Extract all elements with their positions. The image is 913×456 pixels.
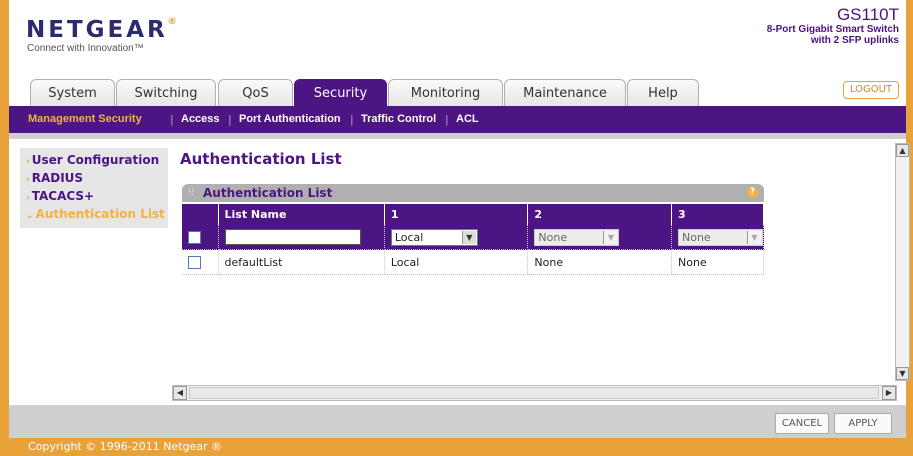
scroll-left-icon[interactable]: ◀ xyxy=(173,386,187,400)
page-title: Authentication List xyxy=(180,150,342,168)
row-select-cell xyxy=(182,249,219,275)
sidebar-item-label: TACACS+ xyxy=(31,189,95,203)
tab-qos[interactable]: QoS xyxy=(218,79,293,106)
panel-title: Authentication List xyxy=(203,186,333,200)
row-checkbox[interactable] xyxy=(188,255,201,269)
method-1-value: Local xyxy=(394,230,424,244)
sidebar-item-user-configuration[interactable]: › User Configuration xyxy=(26,153,159,167)
edit-row-method1-cell: Local ▼ xyxy=(384,225,529,250)
tab-switching[interactable]: Switching xyxy=(116,79,216,106)
authentication-list-table: List Name 1 2 3 Local ▼ None ▼ None ▼ defau… xyxy=(182,204,764,275)
sidebar-item-label: User Configuration xyxy=(31,153,160,167)
copyright-text: Copyright © 1996-2011 Netgear ® xyxy=(28,440,223,453)
list-name-input[interactable] xyxy=(224,229,361,245)
tab-security[interactable]: Security xyxy=(294,79,387,106)
footer: Copyright © 1996-2011 Netgear ® xyxy=(0,438,913,456)
edit-row-select-cell xyxy=(182,225,219,250)
scroll-up-icon[interactable]: ▲ xyxy=(896,144,909,157)
model-desc-line-2: with 2 SFP uplinks xyxy=(810,35,899,46)
scroll-down-icon[interactable]: ▼ xyxy=(896,367,909,380)
column-header-method-3[interactable]: 3 xyxy=(671,204,764,225)
edit-row: Local ▼ None ▼ None ▼ xyxy=(182,225,764,250)
subnav-separator: | xyxy=(350,113,354,126)
chevron-down-icon: ▼ xyxy=(461,230,476,244)
cell-list-name: defaultList xyxy=(218,249,385,275)
chevron-right-icon: › xyxy=(26,193,30,203)
cell-method-1: Local xyxy=(384,249,529,275)
tab-monitoring[interactable]: Monitoring xyxy=(388,79,503,106)
action-bar xyxy=(9,405,906,438)
vertical-scrollbar[interactable]: ▲ ▼ xyxy=(895,143,910,381)
tab-help[interactable]: Help xyxy=(627,79,699,106)
method-3-value: None xyxy=(682,230,711,244)
tagline: Connect with Innovation™ xyxy=(27,43,144,54)
chevron-down-icon: ▼ xyxy=(603,230,618,244)
logout-button[interactable]: LOGOUT xyxy=(843,81,899,99)
cancel-button[interactable]: CANCEL xyxy=(775,413,829,434)
edit-row-checkbox[interactable] xyxy=(188,230,201,244)
sub-navigation: Management Security | Access | Port Auth… xyxy=(9,106,906,133)
column-header-method-2[interactable]: 2 xyxy=(527,204,672,225)
sidebar-item-tacacs[interactable]: › TACACS+ xyxy=(26,189,94,203)
cell-method-2: None xyxy=(527,249,672,275)
subnav-management-security[interactable]: Management Security xyxy=(28,113,142,125)
subnav-port-authentication[interactable]: Port Authentication xyxy=(239,113,341,125)
column-header-select xyxy=(182,204,219,225)
horizontal-scrollbar[interactable]: ◀ ▶ xyxy=(172,385,897,401)
logo-mark: ® xyxy=(167,17,177,27)
left-border xyxy=(0,0,9,456)
column-header-method-1[interactable]: 1 xyxy=(384,204,529,225)
sidebar: › User Configuration › RADIUS › TACACS+ ⌄ Au… xyxy=(20,148,168,228)
tab-maintenance[interactable]: Maintenance xyxy=(504,79,626,106)
sidebar-item-label: Authentication List xyxy=(35,207,165,221)
sidebar-item-radius[interactable]: › RADIUS xyxy=(26,171,83,185)
method-2-select[interactable]: None ▼ xyxy=(534,228,620,246)
chevron-right-icon: › xyxy=(26,157,30,167)
table-header-row: List Name 1 2 3 xyxy=(182,204,764,225)
drag-grip-icon: ⁝⁝ xyxy=(188,187,195,198)
scroll-right-icon[interactable]: ▶ xyxy=(882,386,896,400)
model-name: GS110T xyxy=(836,5,899,24)
scrollbar-thumb[interactable] xyxy=(189,387,879,399)
subnav-separator: | xyxy=(228,113,232,126)
edit-row-method2-cell: None ▼ xyxy=(527,225,672,250)
subnav-separator: | xyxy=(170,113,174,126)
subnav-traffic-control[interactable]: Traffic Control xyxy=(361,113,436,125)
help-icon[interactable]: ? xyxy=(747,187,758,198)
sidebar-item-label: RADIUS xyxy=(31,171,84,185)
method-3-select[interactable]: None ▼ xyxy=(678,228,763,246)
netgear-logo: NETGEAR® xyxy=(26,17,177,43)
chevron-right-icon: › xyxy=(26,175,30,185)
model-info: GS110T 8-Port Gigabit Smart Switch with … xyxy=(766,5,899,47)
column-header-list-name[interactable]: List Name xyxy=(218,204,385,225)
header-divider xyxy=(9,133,906,139)
subnav-separator: | xyxy=(445,113,449,126)
chevron-down-icon: ⌄ xyxy=(26,211,34,221)
sidebar-item-authentication-list[interactable]: ⌄ Authentication List xyxy=(26,207,165,221)
logo-text: NETGEAR xyxy=(26,17,168,43)
subnav-access[interactable]: Access xyxy=(181,113,220,125)
panel-header: ⁝⁝ Authentication List ? xyxy=(182,184,764,202)
edit-row-method3-cell: None ▼ xyxy=(671,225,764,250)
table-row: defaultList Local None None xyxy=(182,249,764,275)
app-window: NETGEAR® Connect with Innovation™ GS110T… xyxy=(0,0,913,456)
tab-system[interactable]: System xyxy=(30,79,115,106)
edit-row-name-cell xyxy=(218,225,385,250)
method-1-select[interactable]: Local ▼ xyxy=(390,228,478,246)
chevron-down-icon: ▼ xyxy=(747,230,761,244)
apply-button[interactable]: APPLY xyxy=(834,413,892,434)
method-2-value: None xyxy=(538,230,568,244)
subnav-acl[interactable]: ACL xyxy=(456,113,479,125)
model-desc-line-1: 8-Port Gigabit Smart Switch xyxy=(766,24,899,35)
cell-method-3: None xyxy=(671,249,764,275)
